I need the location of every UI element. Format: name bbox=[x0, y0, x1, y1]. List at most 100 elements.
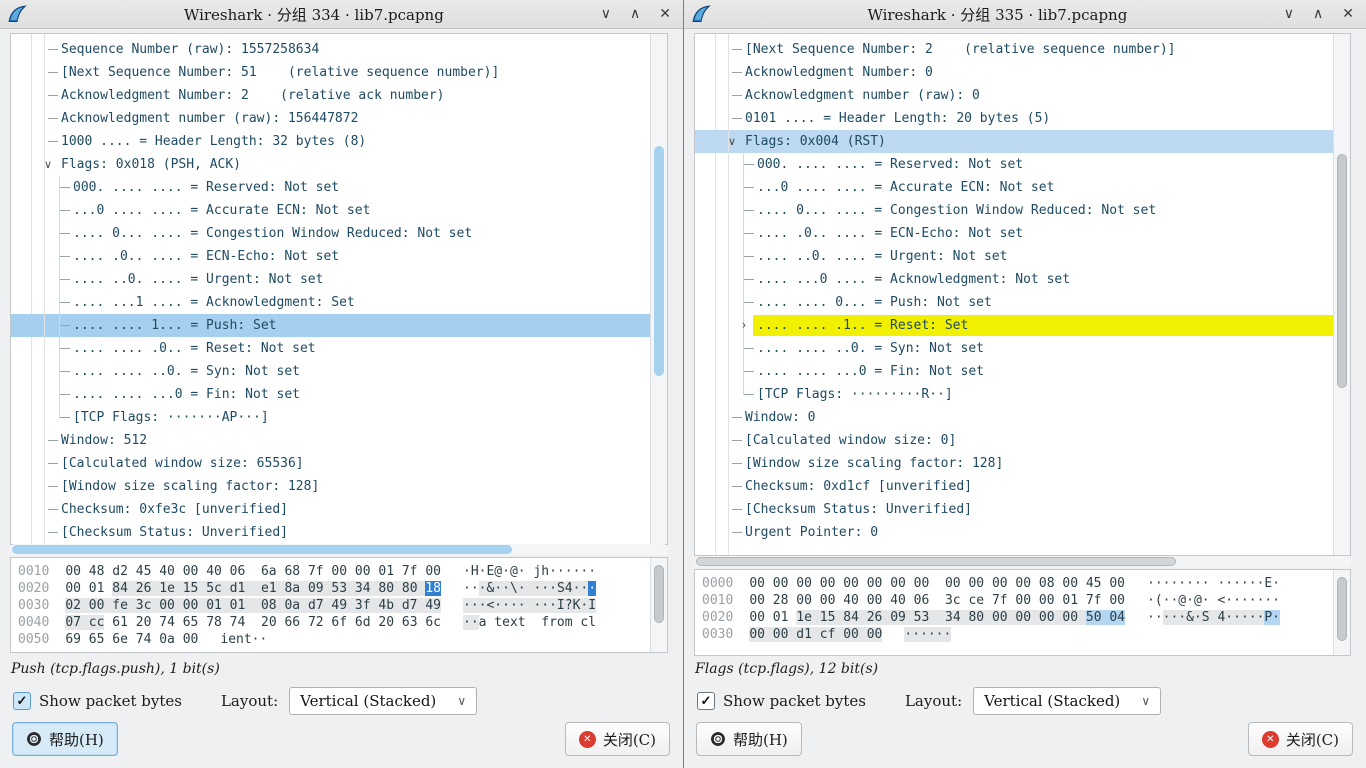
tree-row[interactable]: 000. .... .... = Reserved: Not set bbox=[695, 153, 1334, 176]
hex-row[interactable]: 005069 65 6e 74 0a 00ient·· bbox=[18, 631, 651, 648]
tree-row[interactable]: ...0 .... .... = Accurate ECN: Not set bbox=[11, 199, 651, 222]
hex-row[interactable]: 003002 00 fe 3c 00 00 01 01 08 0a d7 49 … bbox=[18, 597, 651, 614]
tree-row[interactable]: 000. .... .... = Reserved: Not set bbox=[11, 176, 651, 199]
help-button[interactable]: 帮助(H) bbox=[696, 722, 802, 756]
tree-row[interactable]: Acknowledgment Number: 2 (relative ack n… bbox=[11, 84, 651, 107]
hex-vertical-scrollbar[interactable] bbox=[1333, 570, 1350, 655]
shade-icon[interactable]: ∨ bbox=[1284, 0, 1294, 28]
tree-guide-dash bbox=[48, 440, 58, 441]
scrollbar-thumb[interactable] bbox=[12, 545, 512, 554]
tree-row[interactable]: .... ..0. .... = Urgent: Not set bbox=[695, 245, 1334, 268]
layout-dropdown[interactable]: Vertical (Stacked) ∨ bbox=[289, 687, 477, 715]
show-packet-bytes-checkbox[interactable]: ✓ bbox=[13, 692, 31, 710]
tree-row[interactable]: ∨Flags: 0x004 (RST) bbox=[695, 130, 1334, 153]
titlebar[interactable]: Wireshark · 分组 335 · lib7.pcapng ∨ ∧ ✕ bbox=[684, 0, 1366, 29]
maximize-icon[interactable]: ∧ bbox=[1313, 0, 1323, 28]
tree-vertical-scrollbar[interactable] bbox=[1333, 34, 1350, 555]
scrollbar-thumb[interactable] bbox=[696, 557, 1176, 566]
hex-row[interactable]: 004007 cc 61 20 74 65 78 74 20 66 72 6f … bbox=[18, 614, 651, 631]
tree-row[interactable]: .... 0... .... = Congestion Window Reduc… bbox=[695, 199, 1334, 222]
tree-row-label: [Calculated window size: 0] bbox=[745, 433, 956, 448]
hex-row[interactable]: 001000 48 d2 45 40 00 40 06 6a 68 7f 00 … bbox=[18, 563, 651, 580]
tree-row[interactable]: Checksum: 0xd1cf [unverified] bbox=[695, 475, 1334, 498]
tree-row[interactable]: [Window size scaling factor: 128] bbox=[11, 475, 651, 498]
expander-collapsed-icon[interactable]: › bbox=[737, 314, 751, 337]
scrollbar-thumb[interactable] bbox=[1337, 577, 1347, 642]
tree-row[interactable]: .... .... ..0. = Syn: Not set bbox=[11, 360, 651, 383]
tree-row[interactable]: [Checksum Status: Unverified] bbox=[11, 521, 651, 544]
tree-row-label: [Checksum Status: Unverified] bbox=[61, 525, 288, 540]
tree-row[interactable]: .... ..0. .... = Urgent: Not set bbox=[11, 268, 651, 291]
expander-open-icon[interactable]: ∨ bbox=[41, 153, 55, 176]
tree-row[interactable]: .... .... .0.. = Reset: Not set bbox=[11, 337, 651, 360]
chevron-down-icon: ∨ bbox=[457, 694, 466, 708]
tree-row[interactable]: Window: 512 bbox=[11, 429, 651, 452]
tree-horizontal-scrollbar[interactable] bbox=[694, 556, 1351, 567]
hex-row[interactable]: 002000 01 1e 15 84 26 09 53 34 80 00 00 … bbox=[702, 609, 1334, 626]
tree-row[interactable]: [TCP Flags: ·········R··] bbox=[695, 383, 1334, 406]
hex-row[interactable]: 000000 00 00 00 00 00 00 00 00 00 00 00 … bbox=[702, 575, 1334, 592]
tree-row[interactable]: .... .... ...0 = Fin: Not set bbox=[11, 383, 651, 406]
tree-row[interactable]: Window: 0 bbox=[695, 406, 1334, 429]
tree-row[interactable]: › .... .... .1.. = Reset: Set bbox=[695, 314, 1334, 337]
tree-row[interactable]: ...0 .... .... = Accurate ECN: Not set bbox=[695, 176, 1334, 199]
tree-row[interactable]: .... .0.. .... = ECN-Echo: Not set bbox=[11, 245, 651, 268]
close-circle-icon: ✕ bbox=[1262, 731, 1279, 748]
tree-vertical-scrollbar[interactable] bbox=[650, 34, 667, 544]
layout-dropdown[interactable]: Vertical (Stacked) ∨ bbox=[973, 687, 1161, 715]
tree-row[interactable]: [Next Sequence Number: 51 (relative sequ… bbox=[11, 61, 651, 84]
tree-row[interactable]: .... .... ...0 = Fin: Not set bbox=[695, 360, 1334, 383]
hex-row[interactable]: 003000 00 d1 cf 00 00······ bbox=[702, 626, 1334, 643]
tree-row[interactable]: .... .... 1... = Push: Set bbox=[11, 314, 651, 337]
tree-guide-dash bbox=[732, 440, 742, 441]
hex-dump[interactable]: 001000 48 d2 45 40 00 40 06 6a 68 7f 00 … bbox=[11, 558, 651, 652]
help-button[interactable]: 帮助(H) bbox=[12, 722, 118, 756]
scrollbar-thumb[interactable] bbox=[654, 565, 664, 623]
tree-row[interactable]: Acknowledgment number (raw): 0 bbox=[695, 84, 1334, 107]
scrollbar-thumb[interactable] bbox=[654, 146, 664, 376]
tree-row[interactable]: ∨Flags: 0x018 (PSH, ACK) bbox=[11, 153, 651, 176]
shade-icon[interactable]: ∨ bbox=[601, 0, 611, 28]
scrollbar-thumb[interactable] bbox=[1337, 154, 1347, 388]
tree-row[interactable]: .... .... ..0. = Syn: Not set bbox=[695, 337, 1334, 360]
hex-vertical-scrollbar[interactable] bbox=[650, 558, 667, 652]
titlebar[interactable]: Wireshark · 分组 334 · lib7.pcapng ∨ ∧ ✕ bbox=[0, 0, 683, 29]
close-icon[interactable]: ✕ bbox=[659, 0, 671, 28]
maximize-icon[interactable]: ∧ bbox=[630, 0, 640, 28]
hex-bytes: 00 00 d1 cf 00 00 bbox=[749, 627, 882, 642]
tree-row[interactable]: Acknowledgment number (raw): 156447872 bbox=[11, 107, 651, 130]
tree-row[interactable]: .... .... 0... = Push: Not set bbox=[695, 291, 1334, 314]
expander-open-icon[interactable]: ∨ bbox=[725, 130, 739, 153]
close-button[interactable]: ✕ 关闭(C) bbox=[565, 722, 670, 756]
tree-row[interactable]: 0101 .... = Header Length: 20 bytes (5) bbox=[695, 107, 1334, 130]
tree-row[interactable]: Urgent Pointer: 0 bbox=[695, 521, 1334, 544]
packet-detail-tree-panel: [Next Sequence Number: 2 (relative seque… bbox=[694, 33, 1351, 556]
close-icon[interactable]: ✕ bbox=[1342, 0, 1354, 28]
packet-detail-tree[interactable]: [Next Sequence Number: 2 (relative seque… bbox=[695, 34, 1334, 555]
tree-row[interactable]: 1000 .... = Header Length: 32 bytes (8) bbox=[11, 130, 651, 153]
tree-row[interactable]: [Window size scaling factor: 128] bbox=[695, 452, 1334, 475]
hex-dump[interactable]: 000000 00 00 00 00 00 00 00 00 00 00 00 … bbox=[695, 570, 1334, 655]
hex-row[interactable]: 001000 28 00 00 40 00 40 06 3c ce 7f 00 … bbox=[702, 592, 1334, 609]
tree-row[interactable]: [Calculated window size: 0] bbox=[695, 429, 1334, 452]
tree-row[interactable]: [Checksum Status: Unverified] bbox=[695, 498, 1334, 521]
tree-row[interactable]: Acknowledgment Number: 0 bbox=[695, 61, 1334, 84]
tree-row-label: .... .... .1.. = Reset: Set bbox=[757, 318, 968, 333]
tree-row[interactable]: [Next Sequence Number: 2 (relative seque… bbox=[695, 38, 1334, 61]
tree-row[interactable]: .... 0... .... = Congestion Window Reduc… bbox=[11, 222, 651, 245]
show-packet-bytes-checkbox[interactable]: ✓ bbox=[697, 692, 715, 710]
tree-row[interactable]: Sequence Number (raw): 1557258634 bbox=[11, 38, 651, 61]
packet-detail-tree[interactable]: Sequence Number (raw): 1557258634[Next S… bbox=[11, 34, 651, 544]
tree-row[interactable]: [Calculated window size: 65536] bbox=[11, 452, 651, 475]
tree-row[interactable]: [TCP Flags: ·······AP···] bbox=[11, 406, 651, 429]
tree-row-label: .... .... ..0. = Syn: Not set bbox=[73, 364, 300, 379]
tree-row[interactable]: .... ...0 .... = Acknowledgment: Not set bbox=[695, 268, 1334, 291]
tree-horizontal-scrollbar[interactable] bbox=[10, 544, 668, 555]
close-button[interactable]: ✕ 关闭(C) bbox=[1248, 722, 1353, 756]
tree-row[interactable]: .... .0.. .... = ECN-Echo: Not set bbox=[695, 222, 1334, 245]
tree-guide-dash bbox=[744, 394, 754, 395]
window-title: Wireshark · 分组 334 · lib7.pcapng bbox=[27, 4, 601, 25]
hex-row[interactable]: 002000 01 84 26 1e 15 5c d1 e1 8a 09 53 … bbox=[18, 580, 651, 597]
tree-row[interactable]: Checksum: 0xfe3c [unverified] bbox=[11, 498, 651, 521]
tree-row[interactable]: .... ...1 .... = Acknowledgment: Set bbox=[11, 291, 651, 314]
